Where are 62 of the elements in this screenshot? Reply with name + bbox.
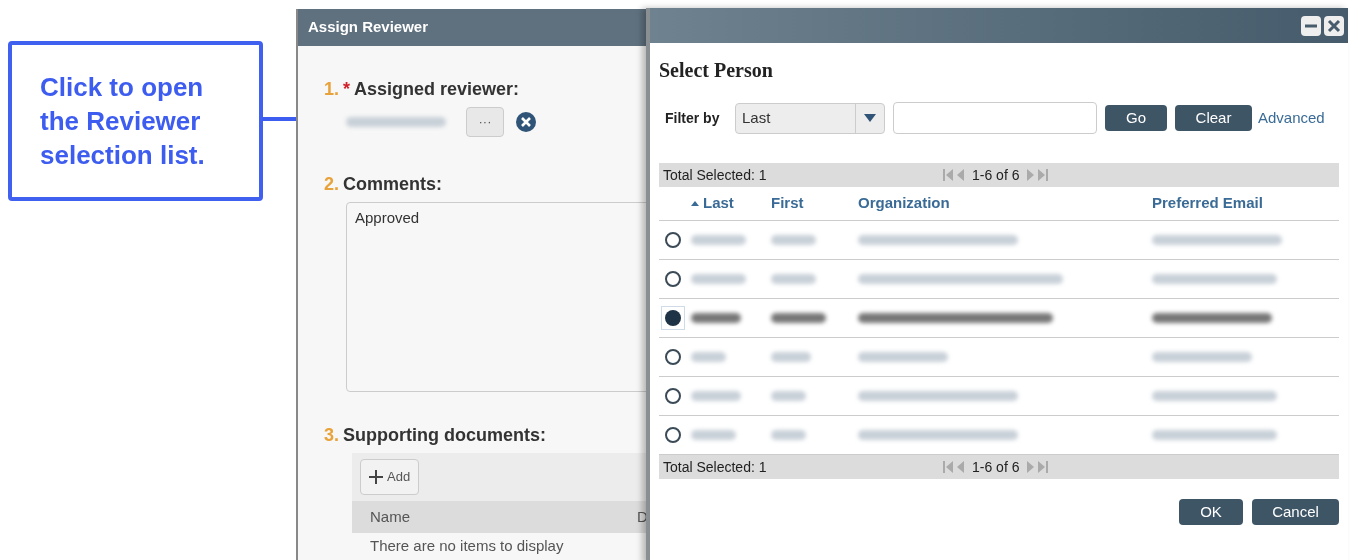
filter-input[interactable] [893, 102, 1097, 134]
blurred-text [691, 235, 746, 245]
radio-button[interactable] [665, 232, 681, 248]
previous-page-icon[interactable] [957, 461, 964, 473]
total-selected: Total Selected: 1 [663, 165, 768, 185]
plus-icon [369, 470, 383, 484]
sort-ascending-icon [691, 201, 699, 206]
section-label: Supporting documents: [343, 424, 546, 447]
clear-icon[interactable] [516, 112, 536, 132]
column-header[interactable]: Organization [858, 192, 950, 215]
radio-button[interactable] [665, 271, 681, 287]
blurred-text [771, 430, 806, 440]
required-asterisk: * [343, 78, 351, 101]
filter-dropdown[interactable]: Last [735, 102, 885, 134]
section-label: Comments: [343, 173, 443, 196]
minimize-icon[interactable] [1301, 15, 1321, 36]
blurred-text [691, 352, 726, 362]
ok-button[interactable]: OK [1179, 499, 1243, 525]
section-number: 1. [324, 78, 339, 101]
column-header: Name [369, 506, 411, 527]
window-title: Assign Reviewer [308, 17, 429, 38]
column-header[interactable]: Last [703, 192, 734, 215]
blurred-text [771, 313, 826, 323]
dropdown-caret-icon [864, 114, 876, 122]
next-page-icon[interactable] [1027, 169, 1035, 181]
blurred-text [771, 235, 816, 245]
dialog-title: Select Person [659, 58, 774, 83]
cancel-button[interactable]: Cancel [1252, 499, 1339, 525]
blurred-text [771, 391, 806, 401]
blurred-text [691, 391, 741, 401]
blurred-text [691, 430, 736, 440]
last-page-icon[interactable] [1038, 169, 1049, 181]
add-button[interactable]: Add [360, 459, 420, 495]
empty-message: There are no items to display [370, 536, 565, 556]
first-page-icon[interactable] [943, 461, 953, 473]
section-number: 2. [324, 173, 339, 196]
clear-button[interactable]: Clear [1175, 105, 1252, 131]
advanced-link[interactable]: Advanced [1258, 106, 1325, 130]
picker-button[interactable]: ··· [466, 107, 504, 137]
blurred-text [771, 274, 816, 284]
section-number: 3. [324, 424, 339, 447]
filter-label: Filter by [665, 108, 721, 128]
blurred-text [771, 352, 811, 362]
last-page-icon[interactable] [1038, 461, 1049, 473]
callout-text: Click to open the Reviewer selection list. [40, 71, 206, 172]
blurred-text [691, 313, 741, 323]
radio-button[interactable] [665, 349, 681, 365]
column-header[interactable]: Preferred Email [1152, 192, 1263, 215]
next-page-icon[interactable] [1027, 461, 1035, 473]
blurred-text [691, 274, 746, 284]
radio-button[interactable] [665, 427, 681, 443]
page-range: 1-6 of 6 [972, 165, 1020, 185]
radio-button[interactable] [665, 310, 681, 326]
previous-page-icon[interactable] [957, 169, 964, 181]
first-page-icon[interactable] [943, 169, 953, 181]
close-icon[interactable] [1324, 15, 1344, 36]
radio-button[interactable] [665, 388, 681, 404]
section-label: Assigned reviewer: [354, 78, 520, 101]
go-button[interactable]: Go [1105, 105, 1167, 131]
page-range: 1-6 of 6 [972, 457, 1020, 477]
column-header[interactable]: First [771, 192, 804, 215]
total-selected: Total Selected: 1 [663, 457, 768, 477]
